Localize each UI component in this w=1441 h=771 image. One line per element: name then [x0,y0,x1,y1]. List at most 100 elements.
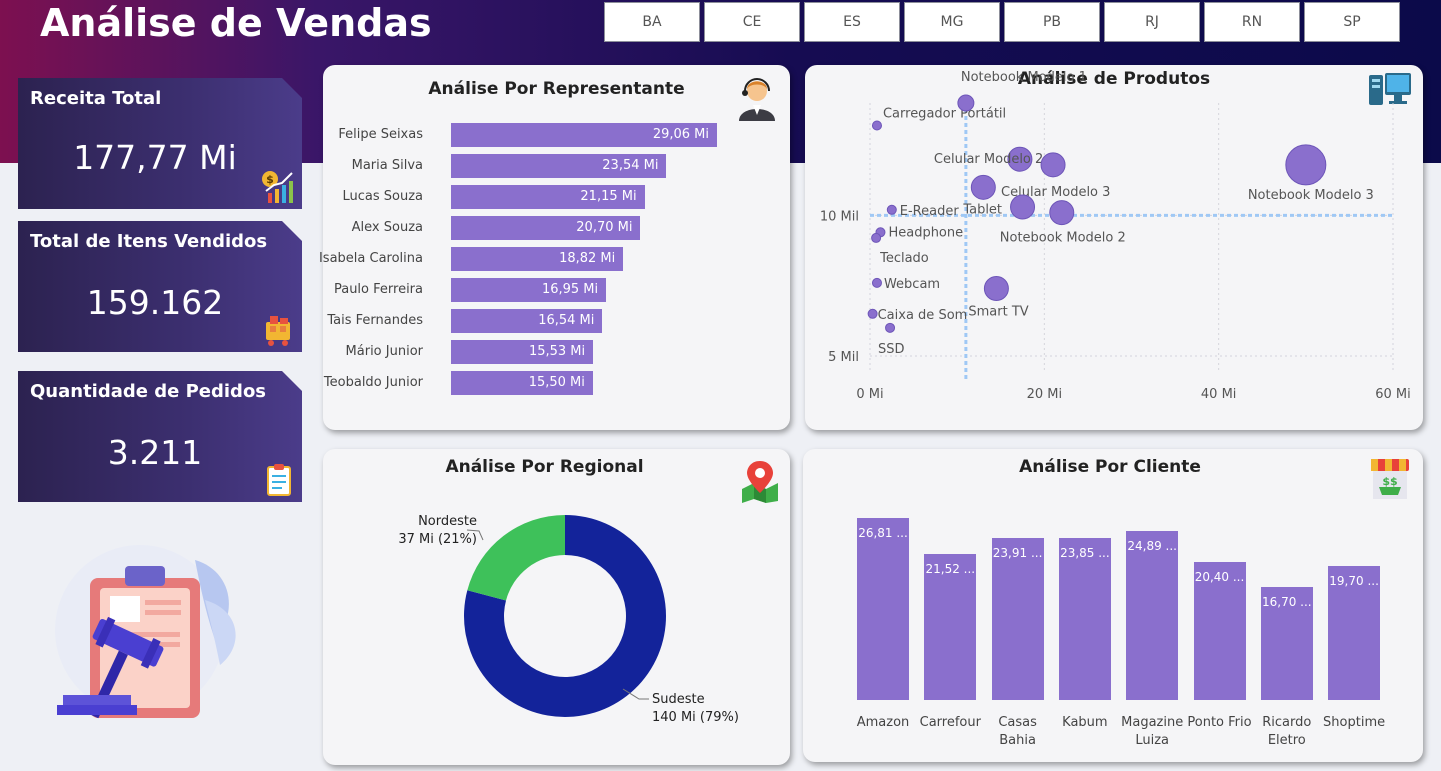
kpi-value: 177,77 Mi [73,138,237,177]
shopping-cart-icon [260,312,296,348]
product-label: Headphone [888,225,963,240]
kpi-value: 159.162 [86,283,224,322]
representante-row[interactable]: Tais Fernandes 16,54 Mi [323,309,763,333]
representante-name: Tais Fernandes [327,313,423,328]
cliente-bar[interactable]: 16,70 ... [1260,586,1313,700]
product-label: Smart TV [968,304,1028,319]
representante-bar[interactable]: 15,53 Mi [451,340,594,364]
cliente-bar[interactable]: 21,52 ... [924,553,977,700]
product-label: Caixa de Som [878,308,968,323]
cliente-value-label: 26,81 ... [858,526,908,540]
product-point [1049,200,1075,226]
sales-rep-icon [739,78,775,121]
product-point [871,232,882,243]
kpi-value: 3.211 [107,433,203,472]
representante-name: Lucas Souza [342,189,423,204]
donut-label-nordeste: Nordeste [418,514,477,529]
product-label: Notebook Modelo 1 [961,70,1087,85]
card-representante: Análise Por Representante Felipe Seixas 2… [319,65,790,430]
product-point [1010,194,1036,220]
kpi-quantidade-pedidos: Quantidade de Pedidos 3.211 [18,371,302,502]
card-cliente: Análise Por Cliente $$ 26,81 ... Amazon 21… [803,449,1423,762]
representante-name: Mário Junior [345,344,423,359]
product-point [871,120,882,131]
representante-row[interactable]: Isabela Carolina 18,82 Mi [319,247,763,271]
state-filter-ba[interactable]: BA [604,2,700,42]
representante-row[interactable]: Lucas Souza 21,15 Mi [323,185,763,209]
cliente-value-label: 23,91 ... [992,545,1043,560]
state-filter-es[interactable]: ES [804,2,900,42]
representante-bar[interactable]: 16,54 Mi [451,309,603,333]
representante-row[interactable]: Alex Souza 20,70 Mi [323,216,763,240]
representante-name: Paulo Ferreira [333,282,423,297]
state-filter-sp[interactable]: SP [1304,2,1400,42]
page-title: Análise de Vendas [40,1,432,45]
donut-label-sudeste: Sudeste [652,692,705,707]
donut-label-sudeste: 140 Mi (79%) [652,710,739,725]
svg-text:$: $ [266,173,274,186]
product-label: Teclado [879,251,929,266]
product-point [871,277,882,288]
representante-row[interactable]: Teobaldo Junior 15,50 Mi [323,371,763,395]
kpi-total-itens: Total de Itens Vendidos 159.162 [18,221,302,352]
cliente-bar[interactable]: 23,91 ... [991,537,1044,700]
representante-row[interactable]: Maria Silva 23,54 Mi [323,154,763,178]
product-point [885,322,896,333]
representante-bar[interactable]: 29,06 Mi [451,123,717,147]
cliente-value-label: 20,40 ... [1194,569,1245,584]
state-filter-rn[interactable]: RN [1204,2,1300,42]
cliente-value-label: 24,89 ... [1127,539,1177,554]
representante-bar[interactable]: 18,82 Mi [451,247,624,271]
product-label: Notebook Modelo 2 [1000,231,1126,246]
gavel-clipboard-illustration [55,545,236,719]
cliente-bar[interactable]: 23,85 ... [1058,538,1111,700]
representante-name: Maria Silva [351,158,423,173]
state-filter-pb[interactable]: PB [1004,2,1100,42]
produtos-scatter-chart: 0 Mi 20 Mi 40 Mi 60 Mi 5 Mil 10 Mil Carregador… [820,70,1411,402]
kpi-receita-total: Receita Total 177,77 Mi $ [18,78,302,209]
donut-label-nordeste: 37 Mi (21%) [398,532,477,547]
representante-bar-chart: Felipe Seixas 29,06 Mi Maria Silva 23,54 Mi… [319,123,790,413]
representante-row[interactable]: Felipe Seixas 29,06 Mi [323,123,763,147]
representante-row[interactable]: Paulo Ferreira 16,95 Mi [323,278,763,302]
cliente-bar[interactable]: 24,89 ... [1126,531,1179,700]
y-tick-label: 10 Mil [820,209,859,224]
kpi-label: Quantidade de Pedidos [30,381,267,402]
cliente-bar[interactable]: 19,70 ... [1328,566,1381,700]
x-tick-label: 0 Mi [856,387,883,402]
state-filter-ce[interactable]: CE [704,2,800,42]
state-filter-mg[interactable]: MG [904,2,1000,42]
product-point [886,204,897,215]
product-label: Carregador Portátil [883,106,1006,121]
representante-bar[interactable]: 16,95 Mi [451,278,607,302]
cliente-bar[interactable]: 26,81 ... [857,518,909,700]
x-tick-label: 20 Mi [1027,387,1063,402]
product-point [957,94,975,112]
representante-value-label: 21,15 Mi [580,189,637,204]
representante-bar[interactable]: 20,70 Mi [451,216,641,240]
state-filter-rj[interactable]: RJ [1104,2,1200,42]
cliente-value-label: 16,70 ... [1261,594,1312,609]
product-point [1040,152,1066,178]
cliente-bar-chart: 26,81 ... Amazon 21,52 ... Carrefour 23,91 .… [803,449,1423,762]
product-label: Tablet [962,202,1002,217]
representante-value-label: 16,95 Mi [541,282,599,297]
clipboard-icon [260,462,296,498]
representante-bar[interactable]: 21,15 Mi [451,185,645,209]
cliente-bar[interactable]: 20,40 ... [1193,561,1246,700]
product-point [970,174,996,200]
product-point [1285,144,1327,186]
representante-name: Isabela Carolina [318,251,423,266]
representante-value-label: 29,06 Mi [652,127,709,142]
representante-value-label: 20,70 Mi [576,220,633,235]
product-point [867,308,878,319]
representante-name: Teobaldo Junior [323,375,423,390]
product-label: Celular Modelo 2 [934,152,1043,167]
representante-bar[interactable]: 23,54 Mi [451,154,667,178]
cliente-value-label: 23,85 ... [1060,546,1110,561]
product-label: Notebook Modelo 3 [1248,188,1374,203]
representante-bar[interactable]: 15,50 Mi [451,371,593,395]
cliente-name: Shoptime [1323,715,1386,730]
card-produtos: Análise de Produtos 0 Mi 20 Mi 40 Mi 60 Mi 5… [805,65,1423,430]
representante-row[interactable]: Mário Junior 15,53 Mi [323,340,763,364]
